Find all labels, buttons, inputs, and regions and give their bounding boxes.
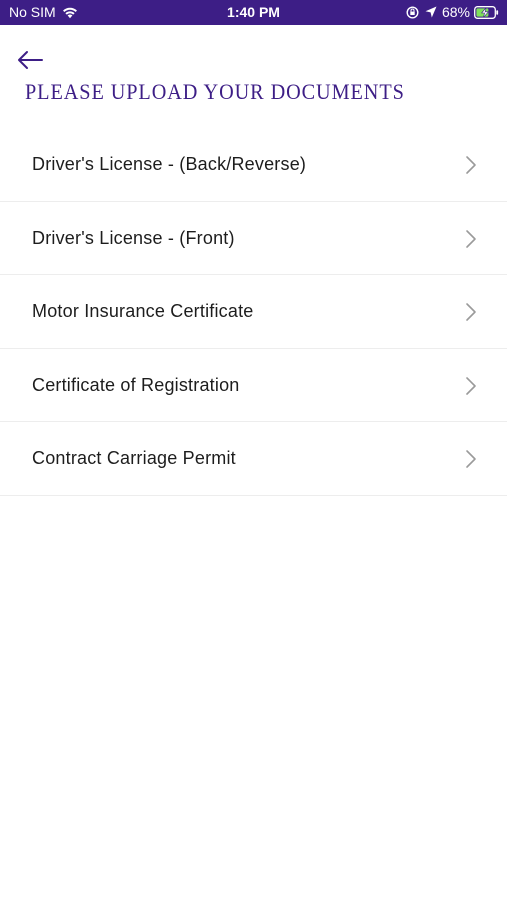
- status-bar: No SIM 1:40 PM 68%: [0, 0, 507, 25]
- document-item-drivers-license-back[interactable]: Driver's License - (Back/Reverse): [0, 128, 507, 202]
- arrow-left-icon: [18, 51, 43, 69]
- document-item-certificate-of-registration[interactable]: Certificate of Registration: [0, 349, 507, 422]
- document-item-drivers-license-front[interactable]: Driver's License - (Front): [0, 202, 507, 275]
- document-label: Driver's License - (Front): [32, 227, 235, 248]
- status-right: 68%: [406, 4, 499, 20]
- location-arrow-icon: [425, 6, 437, 18]
- document-item-motor-insurance[interactable]: Motor Insurance Certificate: [0, 275, 507, 349]
- chevron-right-icon: [466, 376, 476, 395]
- back-button[interactable]: [14, 46, 46, 74]
- document-label: Driver's License - (Back/Reverse): [32, 154, 307, 174]
- page-title: PLEASE UPLOAD YOUR DOCUMENTS: [25, 79, 405, 104]
- chevron-right-icon: [466, 450, 476, 468]
- document-label: Certificate of Registration: [32, 374, 240, 395]
- chevron-right-icon: [466, 229, 476, 248]
- chevron-right-icon: [466, 303, 476, 321]
- chevron-right-icon: [466, 156, 476, 174]
- document-label: Motor Insurance Certificate: [32, 301, 254, 321]
- battery-percent: 68%: [441, 4, 470, 20]
- document-item-contract-carriage-permit[interactable]: Contract Carriage Permit: [0, 422, 507, 496]
- orientation-lock-icon: [406, 5, 419, 19]
- document-list: Driver's License - (Back/Reverse) Driver…: [0, 128, 507, 496]
- battery-charging-icon: [474, 5, 499, 19]
- document-label: Contract Carriage Permit: [32, 448, 236, 468]
